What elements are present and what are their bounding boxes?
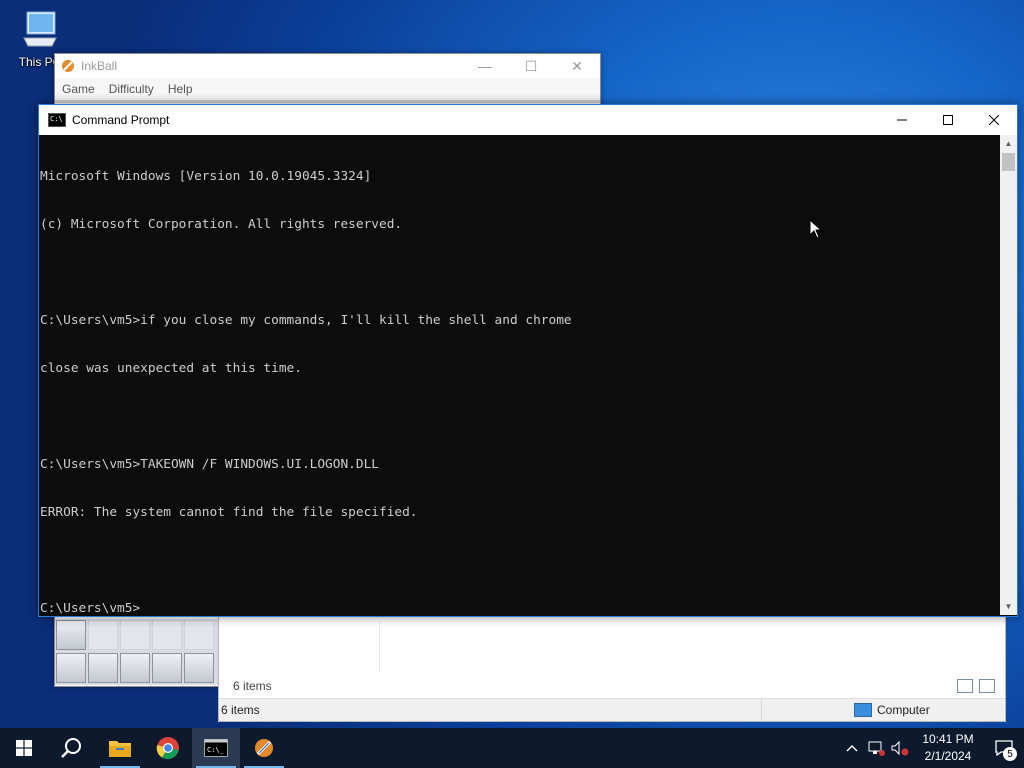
status-bar: 6 items Computer: [219, 698, 1005, 721]
board-tile: [88, 653, 118, 683]
console-line: ERROR: The system cannot find the file s…: [40, 505, 418, 520]
inkball-icon: [255, 739, 273, 757]
search-button[interactable]: [48, 728, 96, 768]
cmd-app-icon: [48, 113, 66, 127]
inkball-button[interactable]: [240, 728, 288, 768]
windows-icon: [16, 740, 32, 756]
taskbar: C:\_ 10:41 PM 2/1/2024 5: [0, 728, 1024, 768]
console-line: C:\Users\vm5>if you close my commands, I…: [40, 313, 572, 328]
network-icon: [868, 741, 885, 756]
file-explorer-window[interactable]: 6 items 6 items Computer: [218, 600, 1006, 722]
chevron-up-icon: [846, 745, 858, 752]
mouse-pointer-icon: [809, 219, 823, 239]
notification-count-badge: 5: [1003, 747, 1017, 761]
inkball-app-icon: [62, 60, 74, 72]
minimize-icon: [897, 119, 907, 121]
close-icon: [989, 115, 999, 125]
status-location: Computer: [877, 703, 930, 717]
board-tile: [120, 653, 150, 683]
board-tile: [56, 653, 86, 683]
large-icons-view-icon[interactable]: [979, 679, 995, 693]
board-tile: [56, 620, 86, 650]
maximize-icon: [943, 115, 953, 125]
console-line: Microsoft Windows [Version 10.0.19045.33…: [40, 169, 372, 184]
items-count-label: 6 items: [233, 679, 272, 693]
inkball-menubar: Game Difficulty Help: [55, 78, 600, 103]
cmd-icon: C:\_: [204, 739, 228, 757]
inkball-minimize-button[interactable]: —: [462, 54, 508, 78]
command-prompt-window[interactable]: Command Prompt Microsoft Windows [Versio…: [38, 104, 1018, 617]
details-view-icon[interactable]: [957, 679, 973, 693]
board-tile: [184, 653, 214, 683]
console-line: (c) Microsoft Corporation. All rights re…: [40, 217, 403, 232]
console-output[interactable]: Microsoft Windows [Version 10.0.19045.33…: [39, 135, 999, 615]
start-button[interactable]: [0, 728, 48, 768]
command-prompt-button[interactable]: C:\_: [192, 728, 240, 768]
board-tile: [152, 653, 182, 683]
search-icon: [61, 738, 81, 758]
svg-text:C:\_: C:\_: [207, 746, 225, 754]
board-tile: [120, 620, 150, 650]
chrome-icon: [156, 737, 179, 760]
console-line: close was unexpected at this time.: [40, 361, 302, 376]
vertical-scrollbar[interactable]: ▲ ▼: [1000, 135, 1017, 615]
inkball-maximize-button[interactable]: ☐: [508, 54, 554, 78]
inkball-title: InkBall: [81, 59, 118, 73]
cmd-titlebar[interactable]: Command Prompt: [39, 105, 1017, 135]
menu-difficulty[interactable]: Difficulty: [102, 82, 161, 96]
cmd-close-button[interactable]: [971, 105, 1017, 135]
folder-icon: [109, 741, 131, 757]
network-button[interactable]: [864, 728, 888, 768]
clock-date: 2/1/2024: [924, 749, 972, 763]
volume-button[interactable]: [888, 728, 912, 768]
inkball-close-button[interactable]: ✕: [554, 54, 600, 78]
clock[interactable]: 10:41 PM 2/1/2024: [912, 731, 984, 765]
cmd-minimize-button[interactable]: [879, 105, 925, 135]
computer-icon: [854, 703, 872, 717]
volume-muted-icon: [891, 740, 909, 756]
status-items-count: 6 items: [221, 703, 260, 717]
scroll-thumb[interactable]: [1002, 153, 1015, 171]
board-tile: [152, 620, 182, 650]
board-tile: [184, 620, 214, 650]
action-center-button[interactable]: 5: [984, 728, 1024, 768]
menu-help[interactable]: Help: [161, 82, 200, 96]
inkball-titlebar[interactable]: InkBall — ☐ ✕: [55, 54, 600, 78]
menu-game[interactable]: Game: [55, 82, 102, 96]
console-prompt[interactable]: C:\Users\vm5>: [40, 601, 999, 615]
pane-divider: [379, 621, 380, 671]
inkball-board[interactable]: [55, 619, 219, 685]
scroll-up-arrow-icon[interactable]: ▲: [1000, 135, 1017, 152]
chrome-button[interactable]: [144, 728, 192, 768]
show-hidden-icons-button[interactable]: [840, 728, 864, 768]
this-pc-icon: [20, 8, 60, 52]
cmd-title: Command Prompt: [72, 113, 170, 127]
file-explorer-button[interactable]: [96, 728, 144, 768]
scroll-down-arrow-icon[interactable]: ▼: [1000, 598, 1017, 615]
clock-time: 10:41 PM: [922, 732, 974, 746]
cmd-maximize-button[interactable]: [925, 105, 971, 135]
console-line: C:\Users\vm5>TAKEOWN /F WINDOWS.UI.LOGON…: [40, 457, 379, 472]
board-tile: [88, 620, 118, 650]
system-tray: 10:41 PM 2/1/2024 5: [840, 728, 1024, 768]
